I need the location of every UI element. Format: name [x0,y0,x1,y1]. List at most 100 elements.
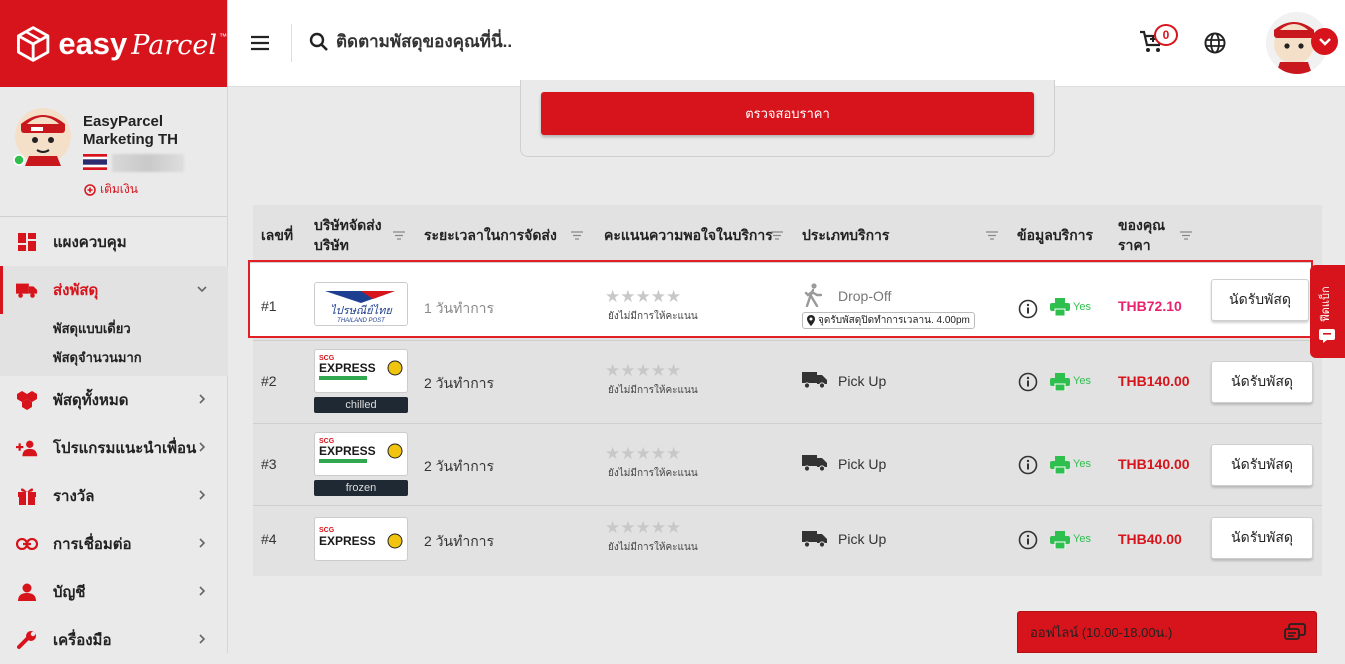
profile-name: EasyParcel Marketing TH [83,113,179,148]
search-input[interactable] [336,28,756,56]
delivery-time: 2 วันทำการ [424,533,495,549]
row-number: #4 [261,531,277,547]
scg-express-logo: SCG EXPRESS [314,432,408,476]
sidebar-item-send-parcel[interactable]: ส่งพัสดุ [0,266,228,314]
dashboard-icon [16,231,38,253]
delivery-time: 2 วันทำการ [424,375,495,391]
sidebar-subitem-single-parcel[interactable]: พัสดุแบบเดี่ยว [0,314,228,343]
chat-bubbles-icon [1284,623,1306,640]
sidebar-subitem-label: พัสดุแบบเดี่ยว [53,321,131,336]
sidebar-item-rewards[interactable]: รางวัล [0,472,228,520]
header-delivery-time[interactable]: ระยะเวลาในการจัดส่ง [424,205,557,265]
table-row[interactable]: #4 SCG EXPRESS 2 วันทำการ ★★★★★ ยังไม่มี… [253,505,1322,576]
header-num: เลขที่ [261,227,294,243]
globe-icon[interactable] [1204,32,1226,54]
sort-icon[interactable] [1180,231,1192,240]
carrier-name-en: THAILAND POST [337,318,386,324]
chevron-right-icon [199,538,206,548]
schedule-pickup-button[interactable]: นัดรับพัสดุ [1211,517,1313,559]
rating-stars: ★★★★★ [605,287,682,306]
schedule-pickup-button[interactable]: นัดรับพัสดุ [1211,279,1309,321]
service-name: Drop-Off [838,288,892,304]
divider [291,24,292,62]
info-icon[interactable] [1018,455,1038,475]
chevron-right-icon [199,442,206,452]
header-carrier[interactable]: บริษัทจัดส่ง บริษัท [314,205,394,265]
logo[interactable]: easy Parcel ™ [0,0,227,87]
topup-link[interactable]: เติมเงิน [84,180,138,199]
table-row[interactable]: #1 ไปรษณีย์ไทย THAILAND POST 1 วันทำการ … [248,260,1313,338]
live-chat-bar[interactable]: ออฟไลน์ (10.00-18.00น.) [1017,611,1317,653]
carrier-logo-text: EXPRESS [319,444,376,458]
sidebar-item-referral[interactable]: โปรแกรมแนะนำเพื่อน [0,424,228,472]
sort-icon[interactable] [986,231,998,240]
wrench-icon [16,629,38,651]
sort-icon[interactable] [571,231,583,240]
courier-results-table: เลขที่ บริษัทจัดส่ง บริษัท ระยะเวลาในการ… [248,205,1322,576]
chat-status-label: ออฟไลน์ (10.00-18.00น.) [1030,624,1173,640]
chevron-down-icon [1318,37,1331,46]
header-price[interactable]: ของคุณ ราคา [1118,205,1173,265]
sidebar-item-tools[interactable]: เครื่องมือ [0,616,228,664]
header-service-type[interactable]: ประเภทบริการ [802,205,889,265]
printer-icon [1050,531,1070,549]
info-icon[interactable] [1018,299,1038,319]
sidebar-item-account[interactable]: บัญชี [0,568,228,616]
info-icon[interactable] [1018,530,1038,550]
service-name: Pick Up [838,456,887,472]
user-menu-toggle[interactable] [1311,28,1338,55]
schedule-pickup-button[interactable]: นัดรับพัสดุ [1211,361,1313,403]
menu-icon[interactable] [250,34,270,52]
check-price-button[interactable]: ตรวจสอบราคา [541,92,1034,135]
masked-balance [112,154,184,172]
printer-icon [1050,373,1070,391]
link-icon [16,533,38,555]
table-row[interactable]: #3 SCG EXPRESS frozen 2 วันทำการ ★★★★★ ย… [253,423,1322,505]
truck-icon [802,531,827,548]
scg-express-logo: SCG EXPRESS [314,517,408,561]
search-icon[interactable] [309,32,329,52]
price: THB72.10 [1118,298,1182,314]
schedule-pickup-button[interactable]: นัดรับพัสดุ [1211,444,1313,486]
scg-express-logo: SCG EXPRESS [314,349,408,393]
sidebar-item-label: พัสดุทั้งหมด [53,392,129,409]
row-number: #3 [261,456,277,472]
truck-icon [16,279,38,301]
sidebar-subitem-label: พัสดุจำนวนมาก [53,350,142,365]
sort-icon[interactable] [393,231,405,240]
person-icon [16,581,38,603]
sort-icon[interactable] [771,231,783,240]
cart-count-badge: 0 [1154,24,1178,46]
sidebar-item-all-parcels[interactable]: พัสดุทั้งหมด [0,376,228,424]
topup-label: เติมเงิน [100,182,138,196]
sidebar-item-integrations[interactable]: การเชื่อมต่อ [0,520,228,568]
delivery-time: 2 วันทำการ [424,458,495,474]
boxes-icon [16,389,38,411]
sidebar-item-label: บัญชี [53,584,86,601]
feedback-tab[interactable]: ฟีดแบ็ก [1310,265,1345,358]
no-rating-text: ยังไม่มีการให้คะแนน [608,385,698,396]
dropoff-location-pill[interactable]: จุดรับพัสดุปิดทำการเวลาน. 4.00pm [802,312,975,329]
header-rating[interactable]: คะแนนความพอใจในบริการ [604,205,773,265]
sidebar-item-label: แผงควบคุม [53,234,127,251]
sidebar-subitem-bulk-parcel[interactable]: พัสดุจำนวนมาก [0,343,228,376]
top-bar: 0 [228,0,1345,87]
print-yes: Yes [1073,533,1091,545]
table-row[interactable]: #2 SCG EXPRESS chilled 2 วันทำการ ★★★★★ … [253,340,1322,422]
location-pin-icon [807,315,815,326]
rating-stars: ★★★★★ [605,518,682,537]
row-number: #2 [261,373,277,389]
chevron-right-icon [199,586,206,596]
thailand-post-logo: ไปรษณีย์ไทย THAILAND POST [314,282,408,326]
chevron-down-icon [197,286,207,293]
gift-icon [16,485,38,507]
info-icon[interactable] [1018,372,1038,392]
price: THB40.00 [1118,531,1182,547]
carrier-logo-text: EXPRESS [319,361,376,375]
sidebar-item-dashboard[interactable]: แผงควบคุม [0,218,228,266]
feedback-tab-label: ฟีดแบ็ก [1320,286,1332,322]
dropoff-location-text: จุดรับพัสดุปิดทำการเวลาน. 4.00pm [818,315,970,326]
printer-icon [1050,298,1070,316]
sidebar-item-label: ส่งพัสดุ [53,282,99,299]
chat-icon [1319,329,1335,343]
